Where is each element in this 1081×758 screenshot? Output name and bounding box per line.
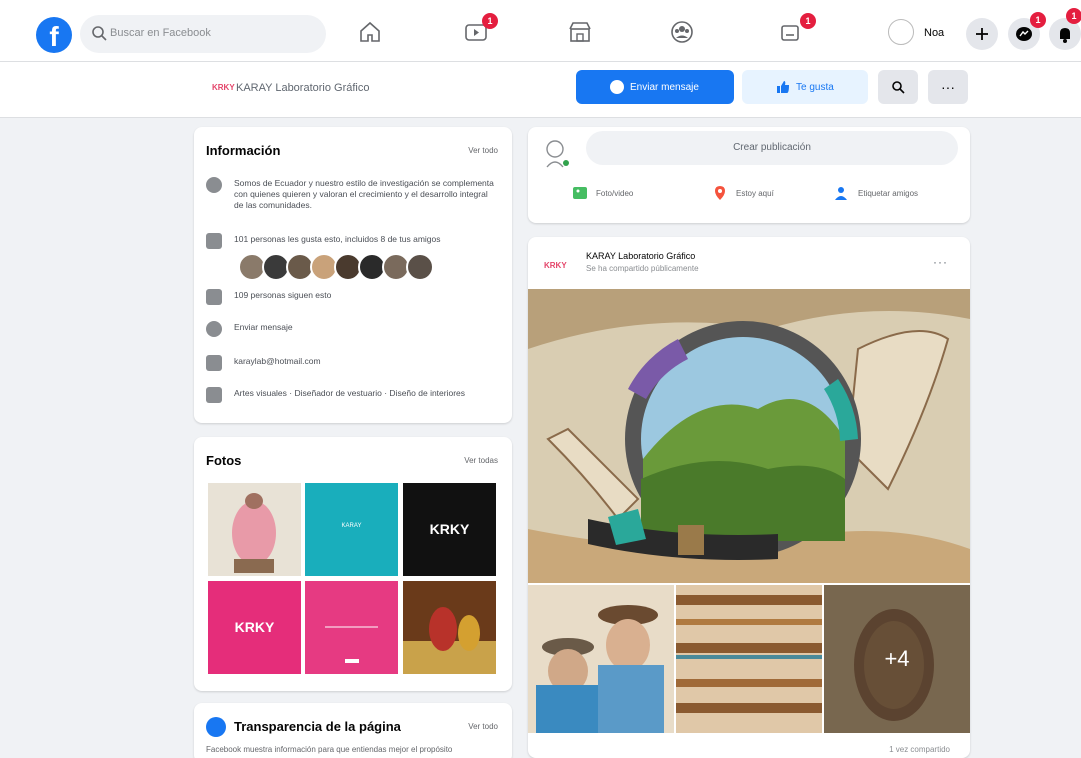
- info-icon: [206, 177, 222, 193]
- info-description-text: Somos de Ecuador y nuestro estilo de inv…: [234, 178, 494, 210]
- avatar[interactable]: [406, 253, 434, 281]
- transparency-subtitle: Facebook muestra información para que en…: [206, 745, 453, 754]
- send-message-button[interactable]: Enviar mensaje: [576, 70, 734, 104]
- home-icon[interactable]: [356, 18, 384, 46]
- page-search-button[interactable]: [878, 70, 918, 104]
- location-pin-icon: [715, 186, 725, 200]
- create-button[interactable]: [966, 18, 998, 50]
- watercolor-stripes: [676, 585, 822, 733]
- photo-pink-poster: [325, 626, 378, 663]
- post-more-button[interactable]: ···: [933, 255, 948, 269]
- page-header: [0, 62, 1081, 118]
- category-icon: [206, 387, 222, 403]
- photo-thumbnail[interactable]: KRKY: [208, 581, 301, 674]
- liked-label: Te gusta: [796, 82, 834, 93]
- info-send-message[interactable]: Enviar mensaje: [206, 321, 502, 337]
- followers-text: 109 personas siguen esto: [234, 290, 332, 300]
- profile-chip[interactable]: Noa: [888, 17, 962, 49]
- info-see-all-link[interactable]: Ver todo: [468, 146, 498, 155]
- post-timestamp[interactable]: Se ha compartido públicamente: [586, 264, 699, 273]
- messenger-icon: [610, 80, 624, 94]
- photo-thumbnail[interactable]: KRKY: [403, 483, 496, 576]
- user-name: Noa: [924, 27, 945, 39]
- photo-icon: [573, 187, 587, 199]
- post-shares[interactable]: 1 vez compartido: [889, 745, 950, 754]
- search-placeholder: Buscar en Facebook: [110, 27, 211, 39]
- post-photo-thumbnail[interactable]: +4: [824, 585, 970, 733]
- friends-avatars: [238, 253, 448, 283]
- more-options-button[interactable]: ···: [928, 70, 968, 104]
- messenger-badge: 1: [1030, 12, 1046, 28]
- post-photo-thumbnail[interactable]: [676, 585, 822, 733]
- post-main-image[interactable]: [528, 289, 970, 583]
- info-categories: Artes visuales · Diseñador de vestuario …: [206, 387, 502, 403]
- photo-caption: KRKY: [234, 619, 275, 635]
- messenger-icon: [206, 321, 222, 337]
- thumbs-up-icon: [206, 233, 222, 249]
- page-avatar: [546, 140, 569, 168]
- likes-text: 101 personas les gusta esto, incluidos 8…: [234, 234, 441, 244]
- info-icon: [206, 717, 226, 737]
- photo-thumbnail[interactable]: KARAY: [305, 483, 398, 576]
- gaming-badge: 1: [800, 13, 816, 29]
- photos-title: Fotos: [206, 453, 242, 468]
- followers-icon: [206, 289, 222, 305]
- search-input[interactable]: Buscar en Facebook: [80, 15, 326, 53]
- transparency-title: Transparencia de la página: [234, 719, 401, 734]
- create-post-card: Crear publicación Foto/video Estoy aquí …: [528, 127, 970, 223]
- search-icon: [892, 81, 905, 94]
- create-post-prompt: Crear publicación: [733, 142, 811, 153]
- send-message-label: Enviar mensaje: [630, 82, 699, 93]
- email-icon: [206, 355, 222, 371]
- info-email[interactable]: karaylab@hotmail.com: [206, 355, 502, 371]
- transparency-card: Transparencia de la página Ver todo Face…: [194, 703, 512, 758]
- photo-thumbnail[interactable]: [305, 581, 398, 674]
- photo-caption: KARAY: [341, 523, 362, 529]
- send-message-link[interactable]: Enviar mensaje: [234, 322, 496, 333]
- groups-icon[interactable]: [668, 18, 696, 46]
- thumbs-up-icon: [777, 81, 789, 93]
- liked-button[interactable]: Te gusta: [742, 70, 868, 104]
- info-description: Somos de Ecuador y nuestro estilo de inv…: [206, 177, 502, 217]
- categories-text: Artes visuales · Diseñador de vestuario …: [234, 388, 466, 398]
- top-navigation-bar: f Buscar en Facebook 1 1 Noa 1 1: [0, 0, 1081, 62]
- post-photo-thumbnail[interactable]: [528, 585, 674, 733]
- info-likes: 101 personas les gusta esto, incluidos 8…: [206, 233, 502, 249]
- user-avatar: [888, 19, 914, 45]
- photo-caption: KRKY: [429, 521, 470, 537]
- watch-badge: 1: [482, 13, 498, 29]
- post-card: KRKY KARAY Laboratorio Gráfico Se ha com…: [528, 237, 970, 758]
- photos-see-all-link[interactable]: Ver todas: [464, 456, 498, 465]
- watercolor-painting: [528, 289, 970, 583]
- check-in-label: Estoy aquí: [736, 189, 774, 198]
- post-page-logo: KRKY: [544, 261, 567, 270]
- email-link[interactable]: karaylab@hotmail.com: [234, 356, 496, 367]
- search-icon: [92, 26, 107, 41]
- tag-friends-label: Etiquetar amigos: [858, 189, 919, 198]
- marketplace-icon[interactable]: [566, 18, 594, 46]
- page-title: KARAY Laboratorio Gráfico: [236, 82, 370, 94]
- create-post-input[interactable]: Crear publicación: [586, 131, 958, 165]
- watercolor-elders: [528, 585, 674, 733]
- info-title: Información: [206, 143, 281, 158]
- info-followers: 109 personas siguen esto: [206, 289, 502, 305]
- photo-thumbnail[interactable]: [208, 483, 301, 576]
- plus-icon: [976, 28, 988, 40]
- transparency-see-all-link[interactable]: Ver todo: [468, 722, 498, 731]
- photo-thumbnail[interactable]: [403, 581, 496, 674]
- facebook-logo-icon[interactable]: f: [36, 17, 72, 53]
- photo-figures-red: [403, 607, 496, 674]
- notifications-badge: 1: [1066, 8, 1081, 24]
- more-photos-overlay[interactable]: +4: [824, 585, 970, 733]
- post-author[interactable]: KARAY Laboratorio Gráfico: [586, 251, 695, 261]
- page-logo: KRKY: [212, 83, 235, 92]
- tag-friends-icon: [835, 187, 847, 200]
- photo-pink-figure: [232, 493, 276, 573]
- photos-card: Fotos Ver todas KARAY KRKY KRKY: [194, 437, 512, 691]
- photo-video-label: Foto/video: [596, 189, 634, 198]
